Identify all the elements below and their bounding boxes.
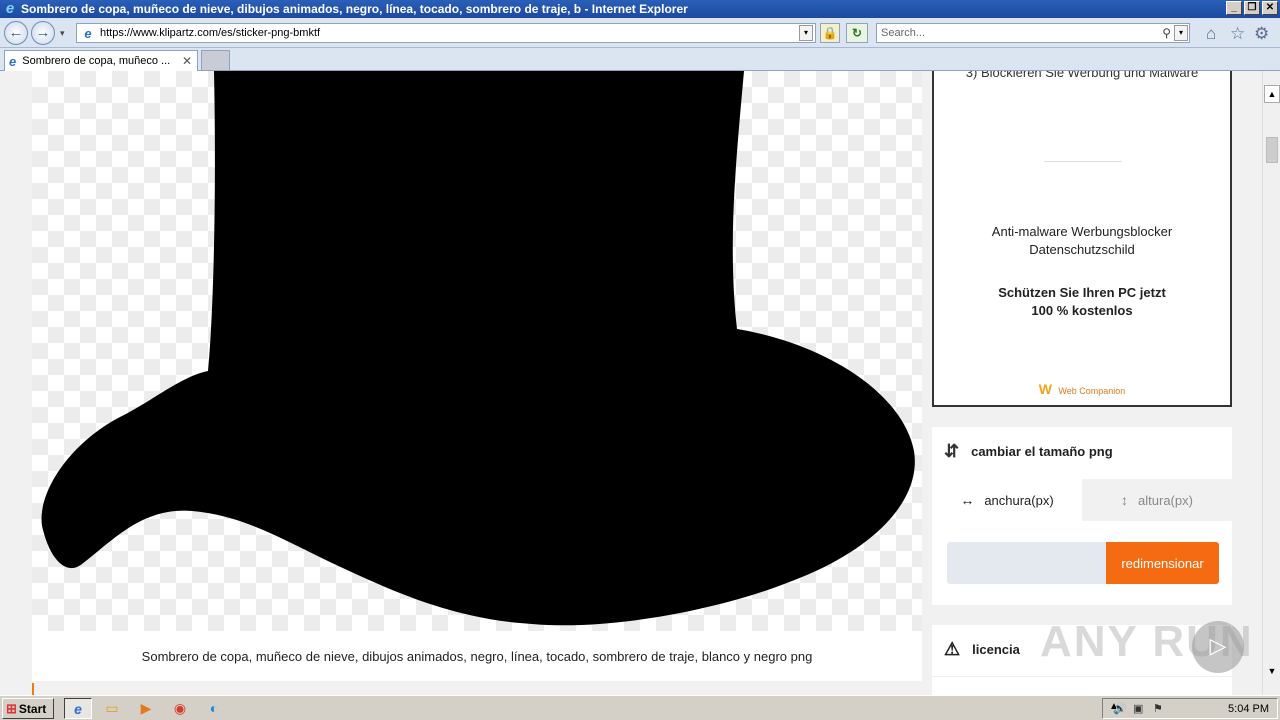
png-preview bbox=[32, 71, 922, 631]
resize-card: ⇵ cambiar el tamaño png ↔ anchura(px) ↕ … bbox=[932, 427, 1232, 605]
tab-favicon-icon: e bbox=[9, 53, 17, 69]
search-input[interactable]: Search... ⚲ ▾ bbox=[876, 23, 1190, 43]
advertisement[interactable]: 3) Blockieren Sie Werbung und Malware An… bbox=[932, 71, 1232, 407]
resize-header: ⇵ cambiar el tamaño png bbox=[944, 441, 1113, 462]
address-url[interactable]: https://www.klipartz.com/es/sticker-png-… bbox=[100, 27, 320, 39]
ad-divider bbox=[1044, 161, 1122, 162]
security-lock-icon[interactable]: 🔒 bbox=[820, 23, 840, 43]
address-bar[interactable]: e https://www.klipartz.com/es/sticker-pn… bbox=[76, 23, 816, 43]
ad-line-1: Anti-malware Werbungsblocker bbox=[991, 224, 1173, 239]
ad-line-3: Schützen Sie Ihren PC jetzt bbox=[998, 285, 1166, 300]
history-dropdown[interactable]: ▾ bbox=[60, 28, 65, 39]
action-center-flag-icon[interactable]: ⚑ bbox=[1153, 702, 1163, 715]
refresh-button[interactable]: ↻ bbox=[846, 23, 868, 43]
license-title: licencia bbox=[972, 642, 1020, 657]
navigation-bar: ← → ▾ e https://www.klipartz.com/es/stic… bbox=[0, 18, 1280, 48]
scroll-up-button[interactable]: ▲ bbox=[1264, 85, 1280, 103]
resize-icon: ⇵ bbox=[944, 441, 960, 461]
start-button[interactable]: ⊞ Start bbox=[2, 698, 54, 719]
top-hat-image bbox=[41, 71, 915, 626]
width-arrows-icon: ↔ bbox=[960, 492, 975, 508]
search-placeholder: Search... bbox=[881, 27, 926, 39]
home-icon[interactable]: ⌂ bbox=[1206, 24, 1216, 44]
tab-close-icon[interactable]: ✕ bbox=[182, 54, 192, 68]
warning-icon: ⚠ bbox=[944, 639, 961, 659]
tab-label: Sombrero de copa, muñeco ... bbox=[22, 55, 171, 67]
ad-brand-name: Web Companion bbox=[1058, 386, 1126, 396]
restore-button[interactable]: ❐ bbox=[1244, 1, 1260, 15]
size-input[interactable] bbox=[947, 542, 1107, 584]
taskbar-internet-explorer-icon[interactable]: e bbox=[64, 698, 92, 719]
tab-active[interactable]: e Sombrero de copa, muñeco ... ✕ bbox=[4, 50, 198, 71]
taskbar: ⊞ Start e ▭ ▶ ◉ ◐ ▲ 🔊 ▣ ⚑ 5:04 PM bbox=[0, 695, 1280, 720]
taskbar-file-explorer-icon[interactable]: ▭ bbox=[98, 698, 126, 719]
page-content: Sombrero de copa, muñeco de nieve, dibuj… bbox=[0, 71, 1262, 695]
volume-icon[interactable]: 🔊 bbox=[1113, 702, 1127, 715]
scroll-thumb[interactable] bbox=[1266, 137, 1278, 163]
scroll-down-button[interactable]: ▼ bbox=[1264, 663, 1280, 681]
taskbar-edge-icon[interactable]: ◐ bbox=[200, 698, 228, 719]
address-dropdown[interactable]: ▾ bbox=[799, 25, 813, 41]
system-tray: 🔊 ▣ ⚑ 5:04 PM bbox=[1102, 698, 1278, 719]
windows-logo-icon: ⊞ bbox=[6, 700, 17, 716]
tab-width[interactable]: ↔ anchura(px) bbox=[932, 479, 1082, 521]
search-dropdown[interactable]: ▾ bbox=[1174, 25, 1188, 41]
network-icon[interactable]: ▣ bbox=[1133, 702, 1143, 715]
height-arrows-icon: ↕ bbox=[1121, 492, 1129, 508]
search-icon[interactable]: ⚲ bbox=[1162, 26, 1171, 40]
forward-button[interactable]: → bbox=[31, 21, 55, 45]
settings-gear-icon[interactable]: ⚙ bbox=[1254, 24, 1269, 44]
tab-height-label: altura(px) bbox=[1138, 492, 1193, 508]
resize-button[interactable]: redimensionar bbox=[1106, 542, 1219, 584]
image-caption: Sombrero de copa, muñeco de nieve, dibuj… bbox=[32, 631, 922, 681]
internet-explorer-icon: e bbox=[5, 0, 15, 17]
resize-title: cambiar el tamaño png bbox=[971, 444, 1113, 459]
new-tab-button[interactable] bbox=[201, 50, 230, 71]
taskbar-media-player-icon[interactable]: ▶ bbox=[132, 698, 160, 719]
minimize-button[interactable]: _ bbox=[1226, 1, 1242, 15]
ad-line-4: 100 % kostenlos bbox=[1031, 303, 1133, 318]
tab-height[interactable]: ↕ altura(px) bbox=[1082, 479, 1232, 521]
title-bar: e Sombrero de copa, muñeco de nieve, dib… bbox=[0, 0, 1280, 18]
web-companion-logo-icon: W bbox=[1038, 381, 1052, 397]
tab-width-label: anchura(px) bbox=[984, 492, 1054, 508]
ad-line-2: Datenschutzschild bbox=[1029, 242, 1135, 257]
license-divider bbox=[932, 676, 1232, 677]
favorites-icon[interactable]: ☆ bbox=[1230, 24, 1245, 44]
window-title: Sombrero de copa, muñeco de nieve, dibuj… bbox=[21, 2, 688, 16]
clock[interactable]: 5:04 PM bbox=[1228, 703, 1269, 715]
license-header[interactable]: ⚠ licencia bbox=[944, 639, 1020, 660]
page-icon: e bbox=[84, 25, 92, 41]
back-button[interactable]: ← bbox=[4, 21, 28, 45]
tab-bar: e Sombrero de copa, muñeco ... ✕ bbox=[0, 48, 1280, 71]
anyrun-play-icon: ▷ bbox=[1192, 621, 1244, 673]
ad-top-text: 3) Blockieren Sie Werbung und Malware bbox=[965, 71, 1199, 80]
close-button[interactable]: ✕ bbox=[1262, 1, 1278, 15]
taskbar-chrome-icon[interactable]: ◉ bbox=[166, 698, 194, 719]
accent-divider bbox=[32, 683, 34, 695]
start-label: Start bbox=[18, 701, 47, 716]
window-controls: _ ❐ ✕ bbox=[1226, 1, 1278, 15]
ad-brand: W Web Companion bbox=[934, 381, 1230, 397]
vertical-scrollbar[interactable]: ▲ ▼ bbox=[1262, 71, 1280, 695]
